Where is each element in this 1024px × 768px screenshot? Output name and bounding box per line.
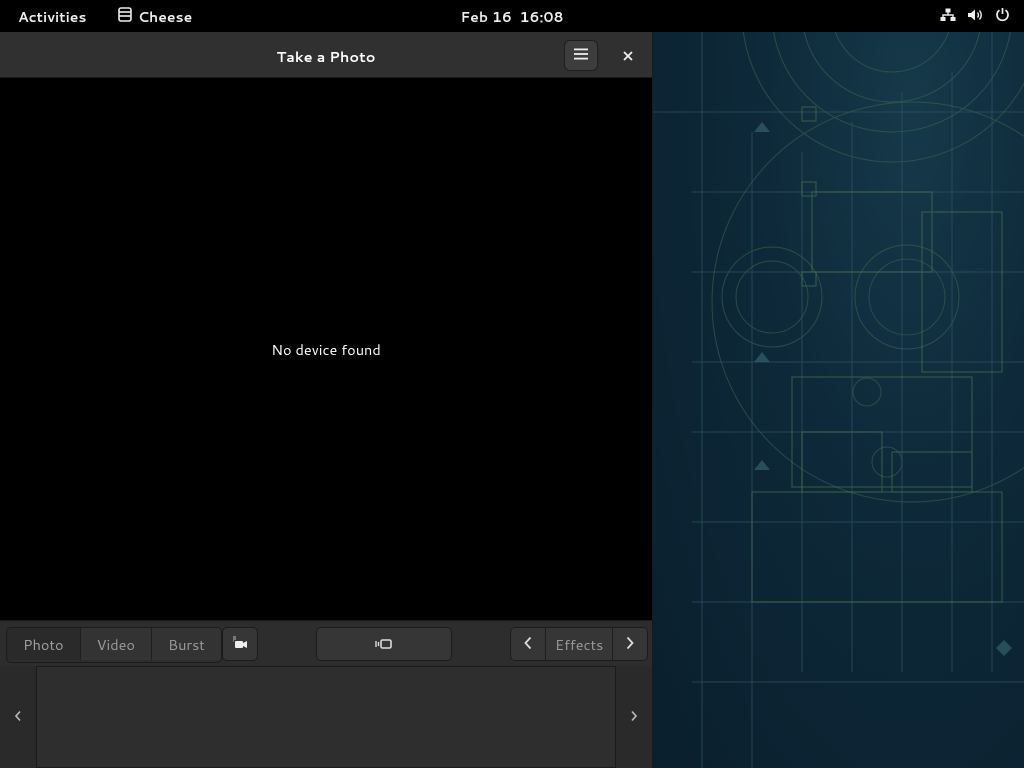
effects-prev-button[interactable] xyxy=(511,628,546,660)
top-bar: Activities Cheese Feb 16 16:08 xyxy=(0,0,1024,32)
mode-burst-button[interactable]: Burst xyxy=(151,628,221,660)
clock-time: 16:08 xyxy=(519,7,564,27)
system-menu[interactable] xyxy=(940,7,1010,22)
mode-switcher: Photo Video Burst xyxy=(6,627,222,663)
close-button[interactable] xyxy=(612,40,644,71)
cheese-app-icon xyxy=(118,7,132,27)
app-menu[interactable]: Cheese xyxy=(118,7,192,27)
camera-viewport: No device found xyxy=(0,78,652,620)
power-icon xyxy=(995,7,1010,22)
clock-button[interactable]: Feb 16 16:08 xyxy=(461,7,564,27)
thumbnail-list[interactable] xyxy=(36,666,616,768)
take-photo-icon xyxy=(375,633,393,656)
window-title: Take a Photo xyxy=(276,46,376,67)
effects-label: Effects xyxy=(555,633,604,655)
volume-icon xyxy=(967,8,984,22)
header-bar: Take a Photo xyxy=(0,32,652,78)
desktop-wallpaper xyxy=(652,32,1024,768)
no-device-message: No device found xyxy=(271,338,381,360)
effects-button[interactable]: Effects xyxy=(546,628,614,660)
mode-video-button[interactable]: Video xyxy=(80,628,152,660)
thumbnail-bar xyxy=(0,666,652,768)
take-photo-button[interactable] xyxy=(316,627,452,661)
effects-next-button[interactable] xyxy=(613,628,648,660)
switch-camera-button[interactable] xyxy=(222,627,258,661)
hamburger-menu-icon xyxy=(573,44,589,67)
main-menu-button[interactable] xyxy=(564,40,598,71)
effects-control: Effects xyxy=(510,627,649,661)
thumbnails-prev-button[interactable] xyxy=(8,706,28,726)
close-icon xyxy=(623,44,633,67)
action-bar: Photo Video Burst Effects xyxy=(0,620,652,666)
chevron-right-icon xyxy=(630,705,638,728)
app-menu-label: Cheese xyxy=(138,7,193,27)
chevron-left-icon xyxy=(523,633,533,656)
thumbnails-next-button[interactable] xyxy=(624,706,644,726)
chevron-left-icon xyxy=(14,705,22,728)
cheese-window: Take a Photo No device found Photo Video… xyxy=(0,32,652,768)
camera-switch-icon xyxy=(231,633,249,656)
activities-button[interactable]: Activities xyxy=(18,7,86,27)
mode-photo-button[interactable]: Photo xyxy=(7,628,81,660)
clock-date: Feb 16 xyxy=(460,7,512,27)
chevron-right-icon xyxy=(625,633,635,656)
network-icon xyxy=(940,8,956,22)
